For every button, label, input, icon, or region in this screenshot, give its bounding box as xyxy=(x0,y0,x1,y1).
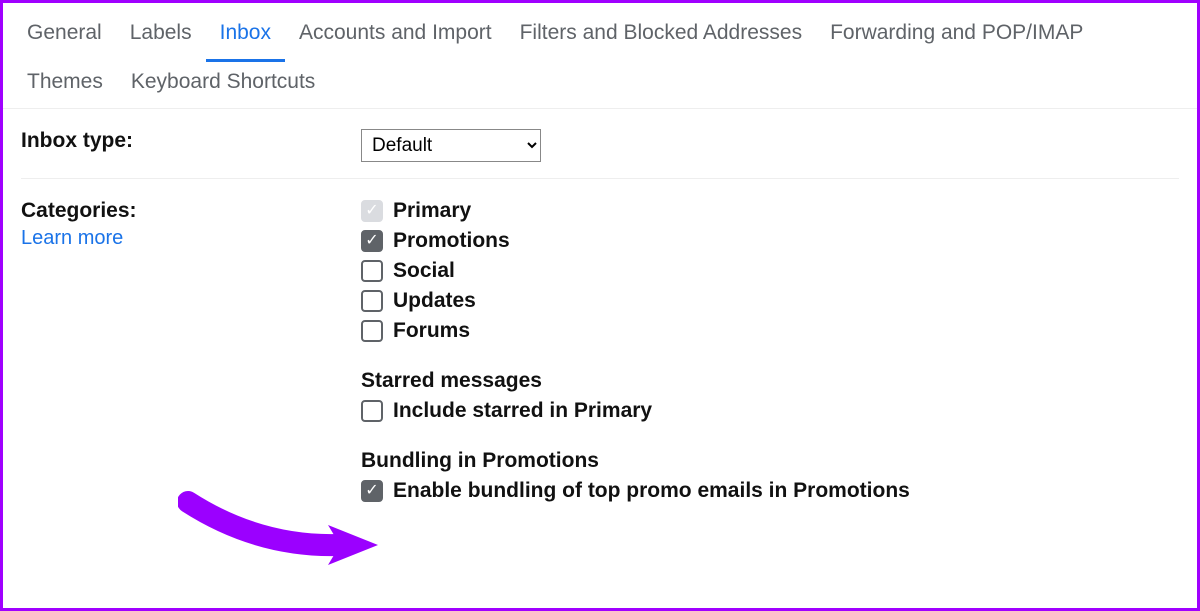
check-icon: ✓ xyxy=(365,483,378,499)
checkbox-social[interactable] xyxy=(361,260,383,282)
category-forums-label: Forums xyxy=(393,319,470,343)
category-primary-label: Primary xyxy=(393,199,471,223)
tab-general[interactable]: General xyxy=(13,13,116,62)
tab-accounts[interactable]: Accounts and Import xyxy=(285,13,506,62)
learn-more-link[interactable]: Learn more xyxy=(21,227,361,250)
tab-filters[interactable]: Filters and Blocked Addresses xyxy=(506,13,816,62)
include-starred-label: Include starred in Primary xyxy=(393,399,652,423)
check-icon: ✓ xyxy=(365,203,378,219)
category-promotions-label: Promotions xyxy=(393,229,510,253)
checkbox-primary: ✓ xyxy=(361,200,383,222)
tab-inbox[interactable]: Inbox xyxy=(206,13,285,62)
inbox-type-row: Inbox type: Default xyxy=(21,123,1179,179)
inbox-type-select[interactable]: Default xyxy=(361,129,541,162)
check-icon: ✓ xyxy=(365,233,378,249)
inbox-type-label: Inbox type: xyxy=(21,129,361,162)
checkbox-promotions[interactable]: ✓ xyxy=(361,230,383,252)
checkbox-include-starred[interactable] xyxy=(361,400,383,422)
checkbox-enable-bundling[interactable]: ✓ xyxy=(361,480,383,502)
tab-forwarding[interactable]: Forwarding and POP/IMAP xyxy=(816,13,1097,62)
category-social-label: Social xyxy=(393,259,455,283)
category-updates-label: Updates xyxy=(393,289,476,313)
categories-label: Categories: xyxy=(21,199,137,222)
starred-heading: Starred messages xyxy=(361,369,1179,393)
bundling-heading: Bundling in Promotions xyxy=(361,449,1179,473)
checkbox-updates[interactable] xyxy=(361,290,383,312)
enable-bundling-label: Enable bundling of top promo emails in P… xyxy=(393,479,910,503)
checkbox-forums[interactable] xyxy=(361,320,383,342)
categories-row: Categories: Learn more ✓ Primary ✓ Promo… xyxy=(21,193,1179,525)
tab-labels[interactable]: Labels xyxy=(116,13,206,62)
tab-themes[interactable]: Themes xyxy=(13,62,117,108)
settings-tabs: General Labels Inbox Accounts and Import… xyxy=(3,3,1197,109)
tab-keyboard[interactable]: Keyboard Shortcuts xyxy=(117,62,329,108)
